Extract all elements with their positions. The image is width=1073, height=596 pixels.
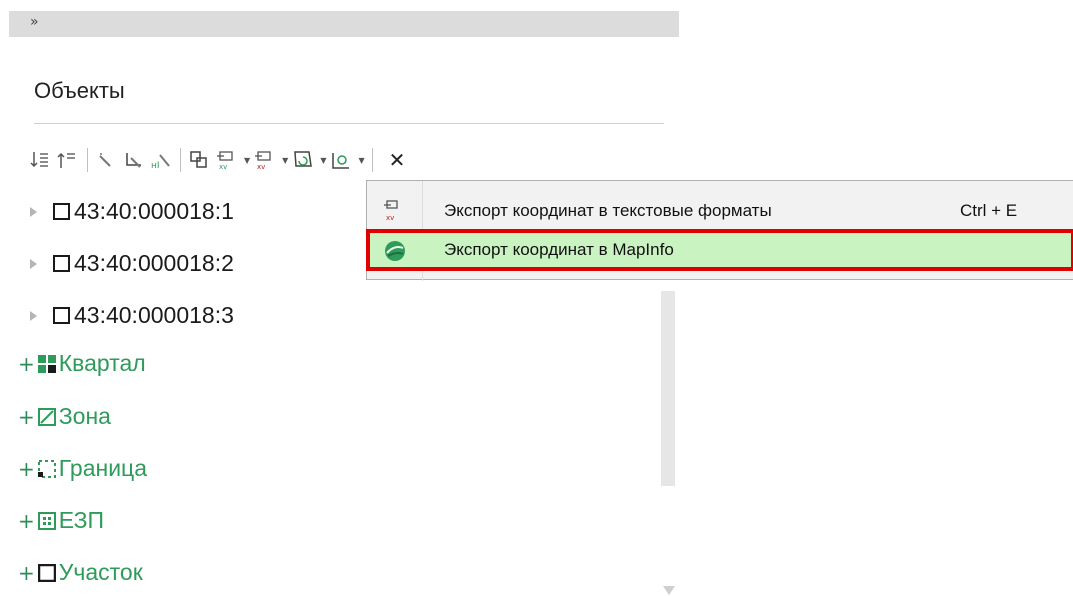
close-icon[interactable]: ✕ (389, 148, 406, 172)
expand-arrow-icon[interactable] (30, 310, 37, 321)
mapinfo-icon (384, 240, 406, 262)
title-divider (34, 123, 664, 124)
menu-item-export-mapinfo[interactable]: Экспорт координат в MapInfo (366, 229, 1073, 271)
category-label: ЕЗП (58, 507, 105, 533)
dropdown-arrow-icon[interactable]: ▼ (320, 156, 326, 165)
vertical-scrollbar[interactable] (661, 291, 675, 486)
sort-asc-icon[interactable] (30, 149, 52, 171)
tree-item-label: 43:40:000018:3 (74, 302, 234, 328)
svg-text:xv: xv (257, 163, 265, 170)
dropdown-arrow-icon[interactable]: ▼ (244, 156, 250, 165)
menu-item-export-text[interactable]: xv Экспорт координат в текстовые форматы… (367, 190, 1073, 232)
category-granica[interactable]: + Граница (9, 455, 147, 482)
export-xv-icon[interactable]: xv (254, 149, 276, 171)
hierarchy-select-icon[interactable]: нІ (150, 149, 172, 171)
parcel-icon (37, 563, 57, 582)
plus-icon[interactable]: + (18, 561, 35, 585)
plus-icon[interactable]: + (18, 509, 35, 533)
svg-text:нІ: нІ (151, 161, 160, 170)
panel-title: Объекты (34, 78, 125, 103)
copy-icon[interactable] (189, 149, 211, 171)
tree-item[interactable]: 43:40:000018:1 (9, 198, 234, 225)
expand-chevron-icon[interactable]: » (30, 14, 39, 30)
category-label: Граница (58, 455, 148, 481)
menu-item-shortcut: Ctrl + E (960, 201, 1018, 220)
parcel-icon (53, 255, 70, 272)
tree-item-label: 43:40:000018:2 (74, 250, 234, 276)
svg-text:xv: xv (386, 214, 394, 222)
export-text-icon[interactable]: xv (216, 149, 238, 171)
scroll-down-icon[interactable] (663, 586, 675, 595)
category-uchastok[interactable]: + Участок (9, 559, 143, 586)
category-zona[interactable]: + Зона (9, 403, 111, 430)
menu-item-label: Экспорт координат в MapInfo (444, 240, 674, 259)
polygon-icon[interactable] (292, 149, 314, 171)
export-dropdown-menu: xv Экспорт координат в текстовые форматы… (366, 180, 1073, 281)
plus-icon[interactable]: + (18, 405, 35, 429)
category-label: Участок (58, 559, 143, 585)
parcel-icon (53, 307, 70, 324)
tree-item-label: 43:40:000018:1 (74, 198, 234, 224)
category-kvartal[interactable]: + Квартал (9, 350, 146, 377)
border-icon (37, 459, 56, 478)
quarter-grid-icon (37, 354, 56, 373)
export-xv-icon: xv (382, 200, 404, 222)
menu-item-label: Экспорт координат в текстовые форматы (444, 201, 772, 220)
expand-arrow-icon[interactable] (30, 258, 37, 269)
category-label: Квартал (58, 350, 146, 376)
plus-icon[interactable]: + (18, 457, 35, 481)
category-ezp[interactable]: + ЕЗП (9, 507, 104, 534)
wand-icon[interactable] (96, 149, 118, 171)
geo-edit-icon[interactable] (330, 149, 352, 171)
objects-toolbar: нІ xv ▼ xv ▼ ▼ ▼ ✕ (30, 144, 405, 176)
toolbar-separator (180, 148, 181, 172)
parcel-icon (53, 203, 70, 220)
svg-text:xv: xv (219, 163, 227, 170)
sort-desc-icon[interactable] (57, 149, 79, 171)
dropdown-arrow-icon[interactable]: ▼ (358, 156, 364, 165)
category-label: Зона (58, 403, 111, 429)
toolbar-separator (87, 148, 88, 172)
dropdown-arrow-icon[interactable]: ▼ (282, 156, 288, 165)
expand-arrow-icon[interactable] (30, 206, 37, 217)
ezp-icon (37, 511, 56, 530)
plus-icon[interactable]: + (18, 352, 35, 376)
tree-item[interactable]: 43:40:000018:3 (9, 302, 234, 329)
tree-select-icon[interactable] (123, 149, 145, 171)
zone-icon (37, 407, 56, 426)
tree-item[interactable]: 43:40:000018:2 (9, 250, 234, 277)
objects-panel: » Объекты нІ xv ▼ xv ▼ ▼ ▼ ✕ 43:40:00001… (9, 11, 679, 596)
collapse-bar[interactable]: » (9, 11, 679, 37)
toolbar-separator (371, 148, 373, 172)
